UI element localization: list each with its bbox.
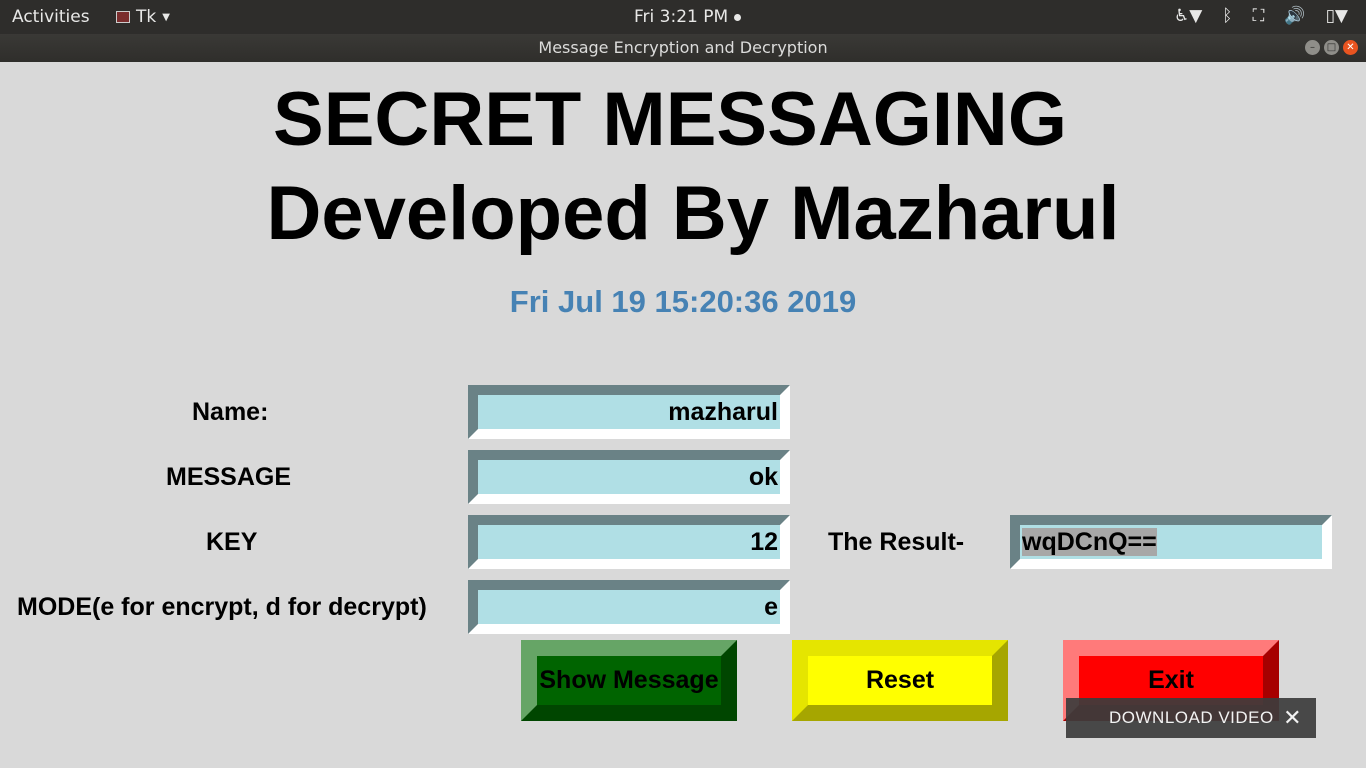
chevron-down-icon: ▼ [162, 11, 170, 23]
name-input[interactable]: mazharul [468, 385, 790, 439]
app-subtitle: Developed By Mazharul [266, 171, 1120, 256]
bluetooth-icon[interactable]: ᛒ [1222, 6, 1232, 26]
result-value: wqDCnQ== [1022, 528, 1157, 556]
system-top-bar: Activities Tk ▼ Fri 3:21 PM ♿ ▼ ᛒ ⛶ 🔊 ▯ … [0, 0, 1366, 34]
download-video-overlay[interactable]: DOWNLOAD VIDEO ✕ [1066, 698, 1316, 738]
name-label: Name: [192, 398, 269, 426]
key-input[interactable]: 12 [468, 515, 790, 569]
window-title-bar[interactable]: Message Encryption and Decryption – □ ✕ [0, 34, 1366, 62]
app-title: SECRET MESSAGING [273, 77, 1067, 162]
app-menu[interactable]: Tk ▼ [116, 7, 170, 27]
close-button[interactable]: ✕ [1343, 40, 1358, 55]
chevron-down-icon: ▼ [1334, 6, 1348, 26]
mode-label: MODE(e for encrypt, d for decrypt) [17, 593, 427, 621]
result-field[interactable]: wqDCnQ== [1010, 515, 1332, 569]
key-label: KEY [206, 528, 258, 556]
mode-input[interactable]: e [468, 580, 790, 634]
message-label: MESSAGE [166, 463, 292, 491]
window-controls: – □ ✕ [1305, 40, 1358, 55]
network-icon[interactable]: ⛶ [1252, 6, 1264, 26]
close-icon[interactable]: ✕ [1283, 698, 1302, 738]
clock-label: Fri 3:21 PM [634, 7, 729, 27]
show-message-button[interactable]: Show Message [521, 640, 737, 721]
maximize-button[interactable]: □ [1324, 40, 1339, 55]
minimize-button[interactable]: – [1305, 40, 1320, 55]
window-title: Message Encryption and Decryption [538, 38, 828, 57]
clock[interactable]: Fri 3:21 PM [634, 7, 742, 27]
activities-button[interactable]: Activities [12, 7, 90, 27]
reset-button[interactable]: Reset [792, 640, 1008, 721]
chevron-down-icon: ▼ [1189, 6, 1203, 26]
volume-icon[interactable]: 🔊 [1284, 6, 1305, 26]
notification-dot-icon [734, 13, 742, 21]
current-datetime: Fri Jul 19 15:20:36 2019 [509, 284, 857, 319]
accessibility-icon[interactable]: ♿ ▼ [1174, 6, 1202, 26]
app-menu-label: Tk [136, 7, 157, 27]
result-label: The Result- [828, 528, 965, 556]
app-icon [116, 11, 130, 23]
download-video-label: DOWNLOAD VIDEO [1109, 708, 1274, 727]
message-input[interactable]: ok [468, 450, 790, 504]
battery-icon[interactable]: ▯ ▼ [1326, 6, 1348, 26]
system-tray[interactable]: ♿ ▼ ᛒ ⛶ 🔊 ▯ ▼ [1174, 6, 1348, 26]
